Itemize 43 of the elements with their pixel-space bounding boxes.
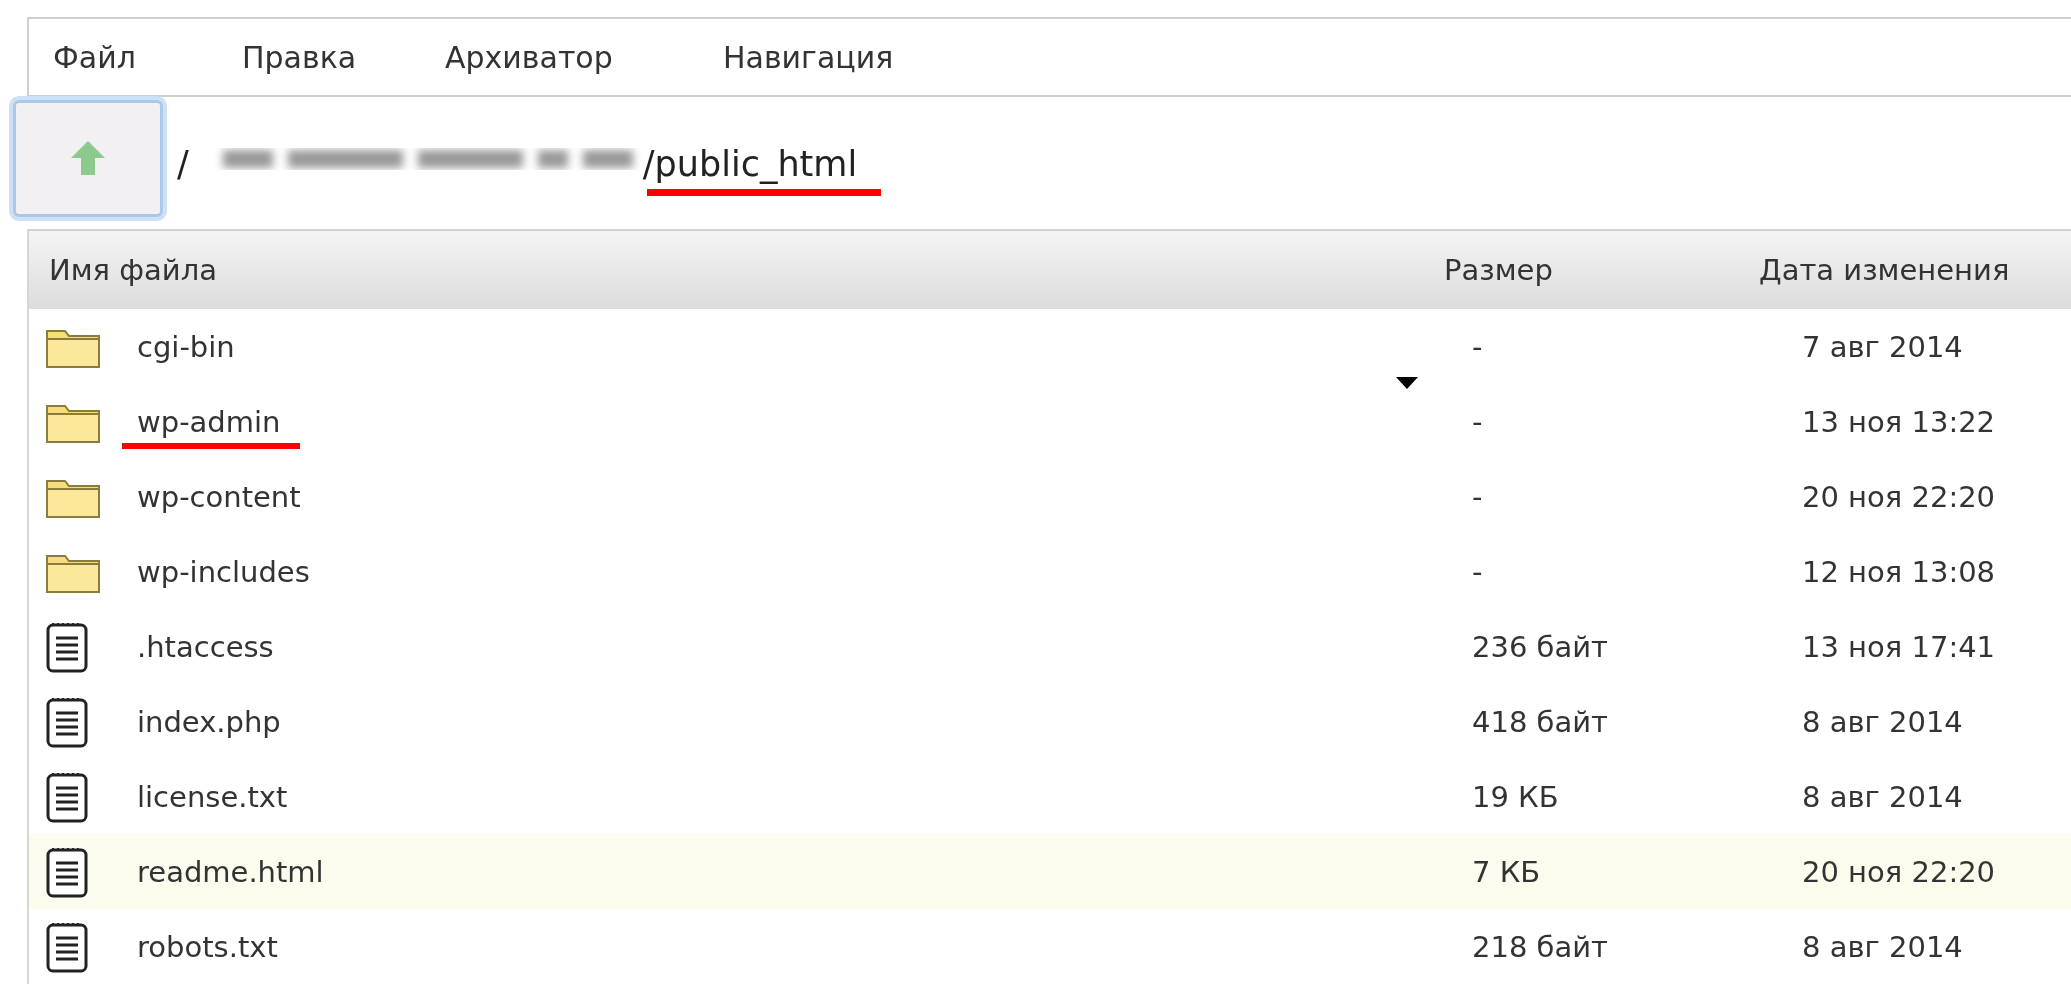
column-header[interactable]: Дата изменения: [1759, 253, 2071, 287]
file-name: robots.txt: [137, 929, 278, 964]
file-date: 8 авг 2014: [1801, 704, 1964, 739]
file-date: 12 ноя 13:08: [1801, 554, 1997, 589]
file-date: 13 ноя 17:41: [1801, 629, 1997, 664]
file-name: index.php: [137, 704, 281, 739]
document-icon: [45, 770, 89, 823]
file-size: -: [1472, 479, 1484, 514]
file-size: 218 байт: [1472, 929, 1609, 964]
file-date: 8 авг 2014: [1801, 779, 1964, 814]
column-header[interactable]: Имя файла: [29, 253, 1444, 287]
path-text: /: [177, 143, 190, 186]
file-name: wp-admin: [137, 404, 281, 439]
menu-item[interactable]: Файл: [53, 39, 242, 75]
file-name: wp-includes: [137, 554, 310, 589]
file-name: readme.html: [137, 854, 324, 889]
file-size: 19 КБ: [1472, 779, 1560, 814]
file-date: 20 ноя 22:20: [1801, 854, 1997, 889]
menu-item[interactable]: Правка: [242, 39, 445, 75]
document-icon: [45, 920, 89, 973]
file-row[interactable]: readme.html 7 КБ 20 ноя 22:20: [29, 834, 2071, 909]
file-size: -: [1472, 329, 1484, 364]
menu-item[interactable]: Навигация: [723, 39, 943, 75]
file-date: 8 авг 2014: [1801, 929, 1964, 964]
file-date: 13 ноя 13:22: [1801, 404, 1997, 439]
file-size: 236 байт: [1472, 629, 1609, 664]
document-icon: [45, 695, 89, 748]
file-size: 418 байт: [1472, 704, 1609, 739]
file-size: -: [1472, 404, 1484, 439]
file-name: cgi-bin: [137, 329, 235, 364]
file-size: 7 КБ: [1472, 854, 1542, 889]
file-size: -: [1472, 554, 1484, 589]
file-date: 20 ноя 22:20: [1801, 479, 1997, 514]
caret-icon: [1396, 377, 1418, 389]
file-name: license.txt: [137, 779, 288, 814]
file-name: wp-content: [137, 479, 301, 514]
menu-item[interactable]: Архиватор: [445, 39, 723, 75]
file-date: 7 авг 2014: [1801, 329, 1964, 364]
document-icon: [45, 845, 89, 898]
column-header[interactable]: Размер: [1444, 253, 1759, 287]
file-name: .htaccess: [137, 629, 274, 664]
up-arrow-icon: [70, 140, 106, 176]
document-icon: [45, 620, 89, 673]
